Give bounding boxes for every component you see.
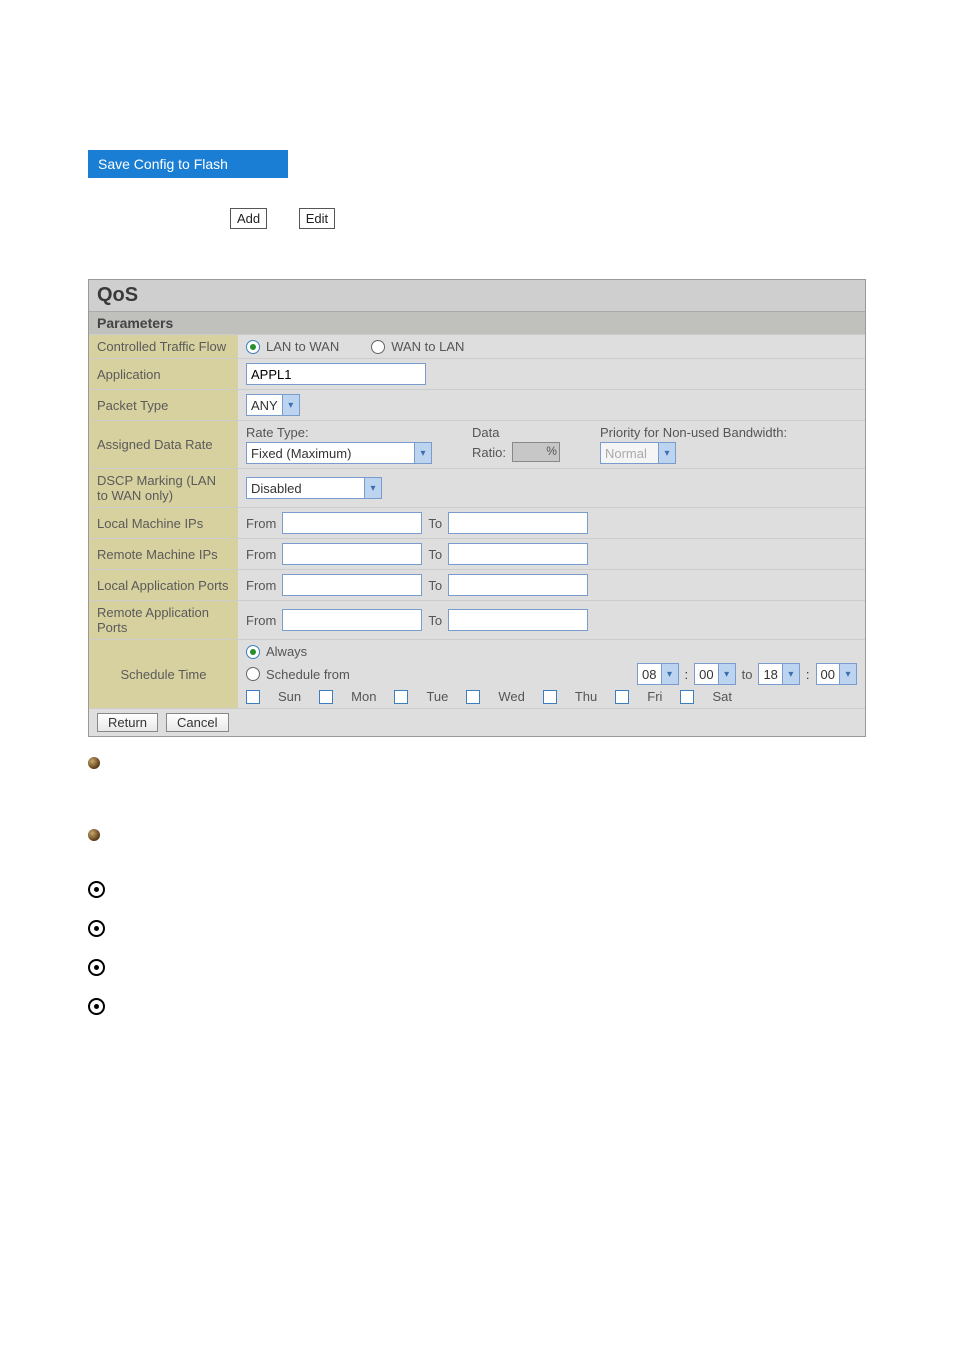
radio-schedule-from[interactable]	[246, 667, 260, 681]
local-ports-from-label: From	[246, 578, 276, 593]
schedule-to-label: to	[742, 667, 753, 682]
local-ips-from-input[interactable]	[282, 512, 422, 534]
local-ips-to-label: To	[428, 516, 442, 531]
label-local-ports: Local Application Ports	[89, 570, 238, 600]
label-controlled-traffic: Controlled Traffic Flow	[89, 335, 238, 358]
local-ips-from-label: From	[246, 516, 276, 531]
label-local-ips: Local Machine IPs	[89, 508, 238, 538]
checkbox-fri[interactable]	[615, 690, 629, 704]
chevron-down-icon: ▾	[282, 395, 299, 415]
edit-button[interactable]: Edit	[299, 208, 335, 229]
remote-ips-from-label: From	[246, 547, 276, 562]
bullet-icon	[88, 829, 100, 841]
chevron-down-icon: ▾	[414, 443, 431, 463]
day-sun: Sun	[278, 689, 301, 704]
data-ratio-label1: Data	[472, 425, 560, 440]
local-ports-to-label: To	[428, 578, 442, 593]
day-wed: Wed	[498, 689, 525, 704]
schedule-min-to-select[interactable]: 00▾	[816, 663, 857, 685]
rate-type-label: Rate Type:	[246, 425, 432, 440]
radio-bullet-icon	[88, 920, 105, 937]
radio-lan-to-wan-label: LAN to WAN	[266, 339, 339, 354]
packet-type-value: ANY	[251, 398, 278, 413]
chevron-down-icon: ▾	[658, 443, 675, 463]
rate-type-select[interactable]: Fixed (Maximum) ▾	[246, 442, 432, 464]
data-ratio-label2: Ratio:	[472, 445, 506, 460]
panel-subtitle: Parameters	[89, 311, 865, 334]
radio-schedule-from-label: Schedule from	[266, 667, 350, 682]
checkbox-tue[interactable]	[394, 690, 408, 704]
label-dscp: DSCP Marking (LAN to WAN only)	[89, 469, 238, 507]
day-mon: Mon	[351, 689, 376, 704]
application-input[interactable]	[246, 363, 426, 385]
qos-panel: QoS Parameters Controlled Traffic Flow L…	[88, 279, 866, 737]
priority-select: Normal ▾	[600, 442, 676, 464]
add-edit-row: Add Edit	[230, 208, 954, 229]
remote-ips-to-input[interactable]	[448, 543, 588, 565]
checkbox-sun[interactable]	[246, 690, 260, 704]
checkbox-sat[interactable]	[680, 690, 694, 704]
radio-lan-to-wan[interactable]	[246, 340, 260, 354]
local-ports-from-input[interactable]	[282, 574, 422, 596]
radio-always[interactable]	[246, 645, 260, 659]
data-ratio-input[interactable]	[512, 442, 560, 462]
schedule-hour-to-select[interactable]: 18▾	[758, 663, 799, 685]
label-assigned-rate: Assigned Data Rate	[89, 421, 238, 468]
label-remote-ports: Remote Application Ports	[89, 601, 238, 639]
return-button[interactable]: Return	[97, 713, 158, 732]
day-fri: Fri	[647, 689, 662, 704]
chevron-down-icon: ▾	[782, 664, 799, 684]
bullet-icon	[88, 757, 100, 769]
schedule-hour-from-select[interactable]: 08▾	[637, 663, 678, 685]
day-sat: Sat	[712, 689, 732, 704]
add-button[interactable]: Add	[230, 208, 267, 229]
priority-label: Priority for Non-used Bandwidth:	[600, 425, 787, 440]
checkbox-mon[interactable]	[319, 690, 333, 704]
day-tue: Tue	[426, 689, 448, 704]
remote-ips-from-input[interactable]	[282, 543, 422, 565]
radio-bullet-icon	[88, 881, 105, 898]
remote-ports-from-input[interactable]	[282, 609, 422, 631]
chevron-down-icon: ▾	[364, 478, 381, 498]
checkbox-thu[interactable]	[543, 690, 557, 704]
chevron-down-icon: ▾	[839, 664, 856, 684]
remote-ips-to-label: To	[428, 547, 442, 562]
schedule-min-from-select[interactable]: 00▾	[694, 663, 735, 685]
cancel-button[interactable]: Cancel	[166, 713, 228, 732]
remote-ports-to-input[interactable]	[448, 609, 588, 631]
rate-type-value: Fixed (Maximum)	[251, 446, 410, 461]
save-config-button[interactable]: Save Config to Flash	[88, 150, 288, 178]
checkbox-wed[interactable]	[466, 690, 480, 704]
label-application: Application	[89, 359, 238, 389]
radio-bullet-icon	[88, 959, 105, 976]
radio-wan-to-lan-label: WAN to LAN	[391, 339, 464, 354]
chevron-down-icon: ▾	[661, 664, 678, 684]
local-ips-to-input[interactable]	[448, 512, 588, 534]
radio-always-label: Always	[266, 644, 307, 659]
label-packet-type: Packet Type	[89, 390, 238, 420]
label-remote-ips: Remote Machine IPs	[89, 539, 238, 569]
day-thu: Thu	[575, 689, 597, 704]
packet-type-select[interactable]: ANY ▾	[246, 394, 300, 416]
label-schedule: Schedule Time	[89, 640, 238, 708]
radio-wan-to-lan[interactable]	[371, 340, 385, 354]
dscp-select[interactable]: Disabled ▾	[246, 477, 382, 499]
remote-ports-from-label: From	[246, 613, 276, 628]
remote-ports-to-label: To	[428, 613, 442, 628]
panel-title: QoS	[89, 280, 865, 311]
radio-bullet-icon	[88, 998, 105, 1015]
dscp-value: Disabled	[251, 481, 360, 496]
priority-value: Normal	[605, 446, 654, 461]
colon: :	[806, 667, 810, 682]
local-ports-to-input[interactable]	[448, 574, 588, 596]
chevron-down-icon: ▾	[718, 664, 735, 684]
colon: :	[685, 667, 689, 682]
